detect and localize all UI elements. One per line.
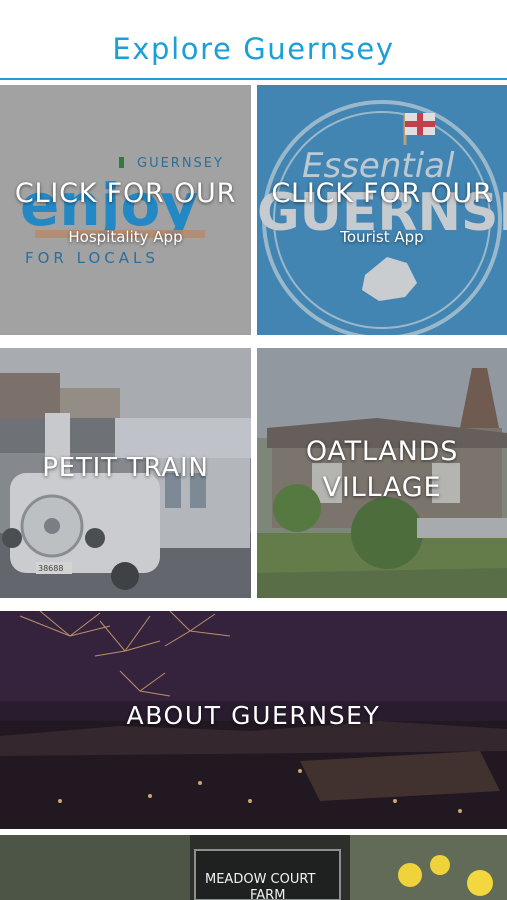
tourist-heading: CLICK FOR OUR [271, 178, 493, 209]
tourist-app-tile[interactable]: Essential GUERNSEY CLICK FOR OUR Tourist… [257, 85, 507, 335]
hospitality-app-tile[interactable]: GUERNSEY enjoy FOR LOCALS CLICK FOR OUR … [0, 85, 251, 335]
svg-text:FARM: FARM [250, 888, 285, 900]
hospitality-subheading: Hospitality App [68, 228, 183, 246]
app-header: Explore Guernsey [0, 0, 507, 80]
meadow-court-farm-tile[interactable]: MEADOW COURT FARM [0, 835, 507, 900]
header-divider [0, 78, 507, 80]
hospitality-heading: CLICK FOR OUR [14, 178, 237, 209]
svg-text:GUERNSEY: GUERNSEY [137, 156, 224, 171]
petit-train-label: PETIT TRAIN [42, 453, 209, 483]
svg-text:MEADOW COURT: MEADOW COURT [205, 872, 315, 887]
tourist-tile-overlay [257, 85, 507, 335]
svg-text:FOR LOCALS: FOR LOCALS [25, 249, 159, 267]
enjoy-guernsey-logo: GUERNSEY enjoy FOR LOCALS [20, 156, 224, 267]
tourist-subheading: Tourist App [340, 228, 424, 246]
about-guernsey-label: ABOUT GUERNSEY [126, 701, 381, 730]
about-guernsey-tile[interactable]: ABOUT GUERNSEY [0, 611, 507, 829]
page-title: Explore Guernsey [112, 32, 395, 66]
oatlands-label-line2: VILLAGE [322, 472, 442, 503]
oatlands-label-line1: OATLANDS [305, 436, 459, 467]
petit-train-tile[interactable]: 38688 PETIT TRAIN [0, 348, 251, 598]
meadow-court-farm-photo: MEADOW COURT FARM [0, 835, 507, 900]
oatlands-village-tile[interactable]: OATLANDS VILLAGE [257, 348, 507, 598]
